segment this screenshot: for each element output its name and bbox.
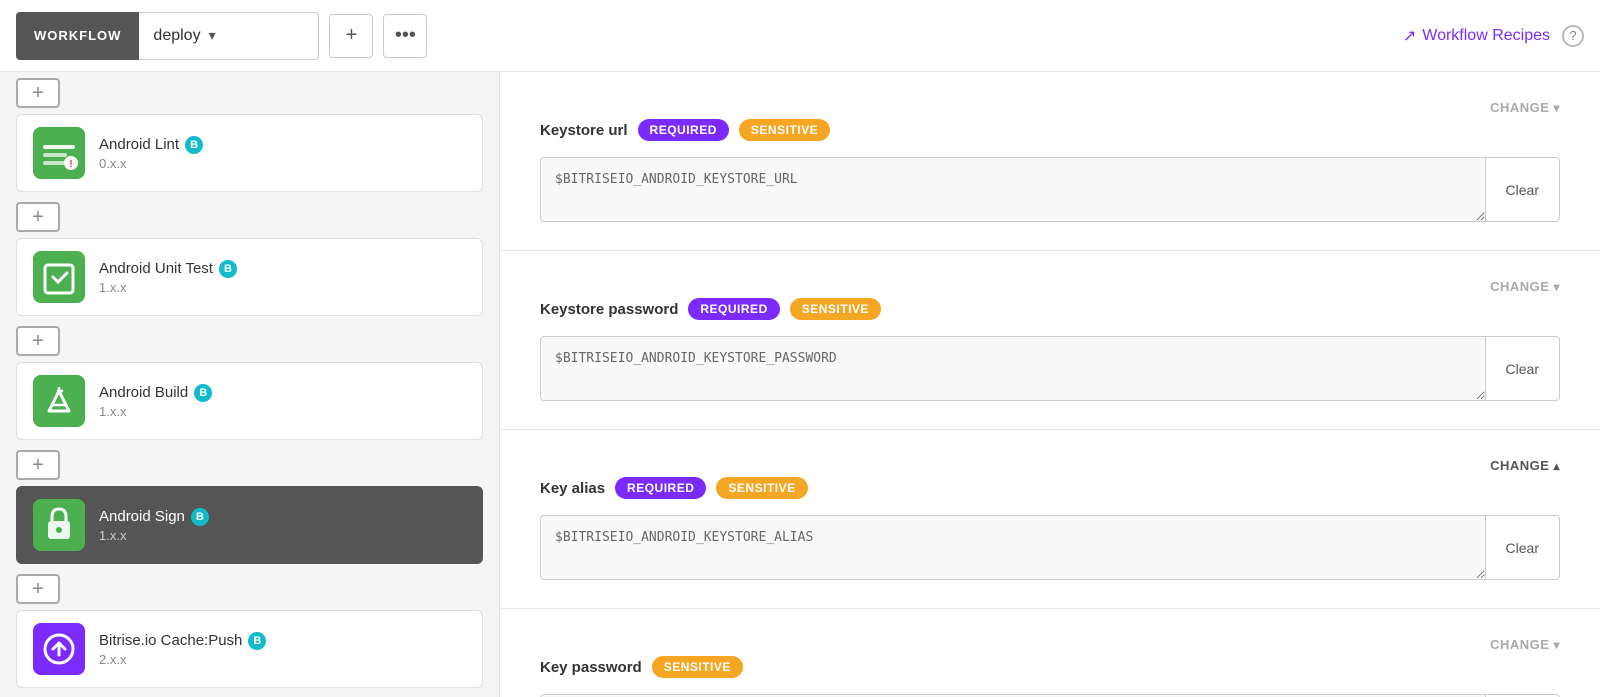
field-key-alias: CHANGE ▴ Key alias REQUIRED SENSITIVE Cl…: [500, 430, 1600, 609]
chevron-up-icon: ▴: [1553, 459, 1560, 473]
android-sign-name: Android Sign B: [99, 508, 209, 526]
sensitive-badge: SENSITIVE: [716, 477, 807, 499]
step-android-lint[interactable]: ! Android Lint B 0.x.x: [16, 114, 483, 192]
keystore-url-clear-button[interactable]: Clear: [1486, 157, 1560, 222]
keystore-url-label: Keystore url: [540, 122, 628, 139]
keystore-url-input-row: Clear: [540, 157, 1560, 222]
required-badge: REQUIRED: [615, 477, 706, 499]
svg-text:!: !: [69, 159, 72, 170]
chevron-down-icon: ▾: [209, 27, 216, 44]
chevron-down-icon: ▾: [1553, 638, 1560, 652]
bitrise-cache-push-info: Bitrise.io Cache:Push B 2.x.x: [99, 632, 266, 667]
chevron-down-icon: ▾: [1553, 101, 1560, 115]
android-build-info: Android Build B 1.x.x: [99, 384, 212, 419]
keystore-password-input[interactable]: [540, 336, 1486, 401]
step-android-build[interactable]: Android Build B 1.x.x: [16, 362, 483, 440]
keystore-url-label-row: Keystore url REQUIRED SENSITIVE: [540, 119, 1560, 141]
add-row-5: +: [16, 692, 483, 697]
android-build-badge: B: [194, 384, 212, 402]
top-add-row: +: [16, 72, 483, 114]
key-alias-change-button[interactable]: CHANGE ▴: [1490, 458, 1560, 473]
main-layout: + ! Android Lint B 0.x.x: [0, 72, 1600, 697]
android-lint-info: Android Lint B 0.x.x: [99, 136, 203, 171]
keystore-url-change-area: CHANGE ▾: [540, 100, 1560, 115]
chevron-down-icon: ▾: [1553, 280, 1560, 294]
android-lint-badge: B: [185, 136, 203, 154]
step-bitrise-cache-push[interactable]: Bitrise.io Cache:Push B 2.x.x: [16, 610, 483, 688]
android-lint-name: Android Lint B: [99, 136, 203, 154]
key-password-change-area: CHANGE ▾: [540, 637, 1560, 652]
android-sign-version: 1.x.x: [99, 528, 209, 543]
add-step-top-button[interactable]: +: [16, 78, 60, 108]
keystore-password-change-button[interactable]: CHANGE ▾: [1490, 279, 1560, 294]
sensitive-badge: SENSITIVE: [790, 298, 881, 320]
add-step-4-button[interactable]: +: [16, 574, 60, 604]
add-step-3-button[interactable]: +: [16, 450, 60, 480]
help-icon[interactable]: ?: [1562, 25, 1584, 47]
keystore-password-change-area: CHANGE ▾: [540, 279, 1560, 294]
key-alias-input-row: Clear: [540, 515, 1560, 580]
field-key-password: CHANGE ▾ Key password SENSITIVE Clear: [500, 609, 1600, 697]
add-row-1: +: [16, 196, 483, 238]
android-unit-test-icon: [33, 251, 85, 303]
add-row-2: +: [16, 320, 483, 362]
key-alias-label-row: Key alias REQUIRED SENSITIVE: [540, 477, 1560, 499]
keystore-password-label-row: Keystore password REQUIRED SENSITIVE: [540, 298, 1560, 320]
android-unit-test-name: Android Unit Test B: [99, 260, 237, 278]
workflow-recipes-link[interactable]: ↗ Workflow Recipes: [1403, 26, 1550, 46]
add-workflow-button[interactable]: +: [329, 14, 373, 58]
key-alias-clear-button[interactable]: Clear: [1486, 515, 1560, 580]
bitrise-cache-push-badge: B: [248, 632, 266, 650]
key-alias-input[interactable]: [540, 515, 1486, 580]
external-link-icon: ↗: [1403, 26, 1416, 46]
field-keystore-password: CHANGE ▾ Keystore password REQUIRED SENS…: [500, 251, 1600, 430]
android-build-version: 1.x.x: [99, 404, 212, 419]
key-password-label-row: Key password SENSITIVE: [540, 656, 1560, 678]
step-android-sign[interactable]: Android Sign B 1.x.x: [16, 486, 483, 564]
required-badge: REQUIRED: [688, 298, 779, 320]
android-sign-info: Android Sign B 1.x.x: [99, 508, 209, 543]
key-password-label: Key password: [540, 659, 642, 676]
add-step-2-button[interactable]: +: [16, 326, 60, 356]
keystore-url-change-button[interactable]: CHANGE ▾: [1490, 100, 1560, 115]
header: WORKFLOW deploy ▾ + ••• ↗ Workflow Recip…: [0, 0, 1600, 72]
step-android-unit-test[interactable]: Android Unit Test B 1.x.x: [16, 238, 483, 316]
android-lint-version: 0.x.x: [99, 156, 203, 171]
add-row-4: +: [16, 568, 483, 610]
workflow-label: WORKFLOW: [16, 12, 139, 60]
keystore-password-label: Keystore password: [540, 301, 678, 318]
more-options-button[interactable]: •••: [383, 14, 427, 58]
android-sign-badge: B: [191, 508, 209, 526]
workflow-name: deploy: [153, 27, 200, 45]
android-build-name: Android Build B: [99, 384, 212, 402]
sensitive-badge: SENSITIVE: [652, 656, 743, 678]
header-right: ↗ Workflow Recipes ?: [1403, 25, 1584, 47]
right-panel: CHANGE ▾ Keystore url REQUIRED SENSITIVE…: [500, 72, 1600, 697]
sidebar: + ! Android Lint B 0.x.x: [0, 72, 500, 697]
android-build-icon: [33, 375, 85, 427]
keystore-password-input-row: Clear: [540, 336, 1560, 401]
key-alias-change-area: CHANGE ▴: [540, 458, 1560, 473]
add-step-1-button[interactable]: +: [16, 202, 60, 232]
keystore-password-clear-button[interactable]: Clear: [1486, 336, 1560, 401]
key-alias-label: Key alias: [540, 480, 605, 497]
android-lint-icon: !: [33, 127, 85, 179]
bitrise-cache-push-icon: [33, 623, 85, 675]
bitrise-cache-push-version: 2.x.x: [99, 652, 266, 667]
android-unit-test-version: 1.x.x: [99, 280, 237, 295]
workflow-selector[interactable]: deploy ▾: [139, 12, 319, 60]
android-sign-icon: [33, 499, 85, 551]
required-badge: REQUIRED: [638, 119, 729, 141]
sensitive-badge: SENSITIVE: [739, 119, 830, 141]
android-unit-test-badge: B: [219, 260, 237, 278]
bitrise-cache-push-name: Bitrise.io Cache:Push B: [99, 632, 266, 650]
keystore-url-input[interactable]: [540, 157, 1486, 222]
key-password-change-button[interactable]: CHANGE ▾: [1490, 637, 1560, 652]
field-keystore-url: CHANGE ▾ Keystore url REQUIRED SENSITIVE…: [500, 72, 1600, 251]
android-unit-test-info: Android Unit Test B 1.x.x: [99, 260, 237, 295]
add-row-3: +: [16, 444, 483, 486]
